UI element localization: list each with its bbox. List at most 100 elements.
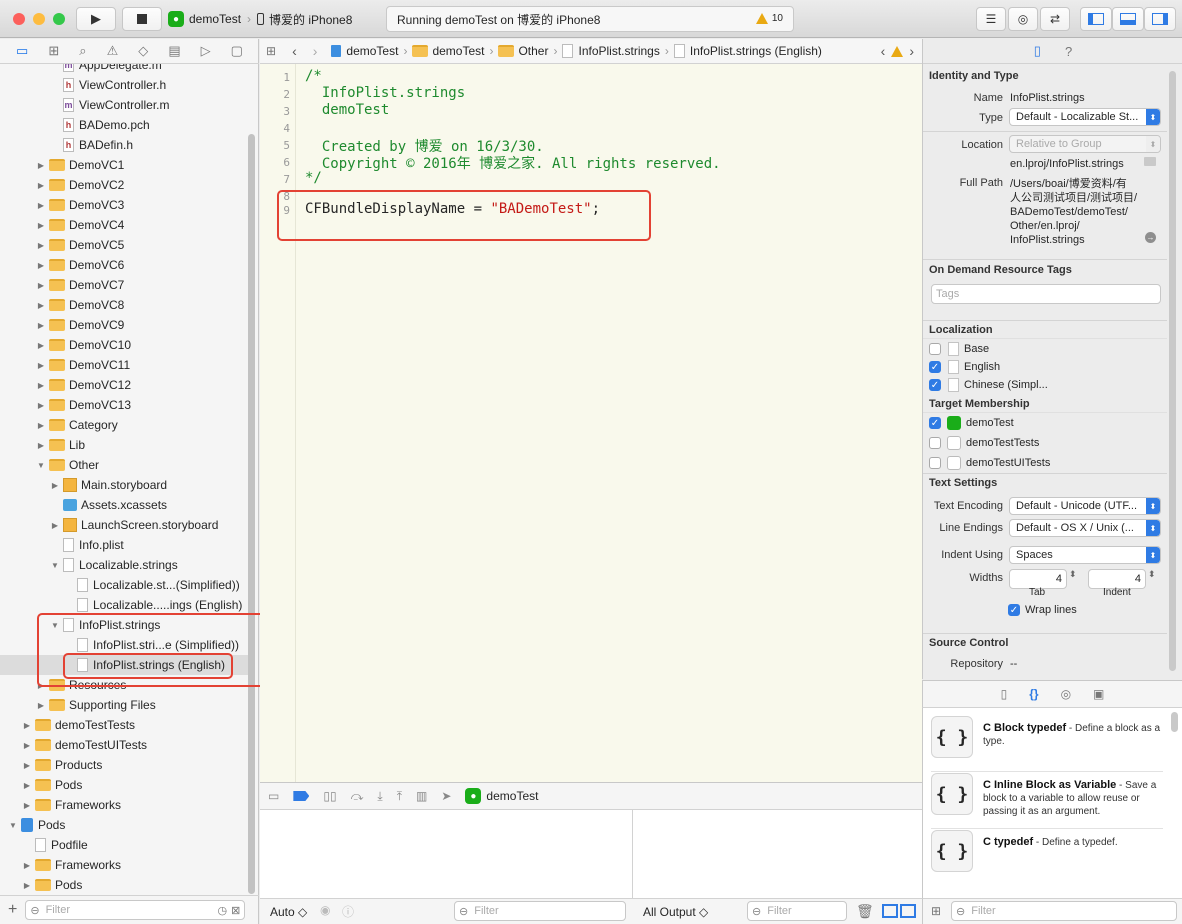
target-checkbox[interactable] <box>929 437 941 449</box>
console-output-select[interactable]: All Output ◇ <box>643 905 708 919</box>
tree-row[interactable]: ▶ DemoVC9 <box>0 315 248 335</box>
disclosure-icon[interactable]: ▶ <box>36 701 46 710</box>
variables-filter-input[interactable]: ⊖ Filter <box>454 901 626 921</box>
navigator-scrollbar[interactable] <box>248 134 255 894</box>
library-filter-input[interactable]: ⊖ Filter <box>951 901 1177 921</box>
tree-row[interactable]: ▶ Lib <box>0 435 248 455</box>
tree-row[interactable]: ▶ Products <box>0 755 248 775</box>
tree-row[interactable]: ▶ DemoVC7 <box>0 275 248 295</box>
tree-row[interactable]: Assets.xcassets <box>0 495 248 515</box>
code-snippet-icon[interactable]: {} <box>1029 687 1038 701</box>
warning-indicator[interactable]: 10 <box>755 13 783 25</box>
info-icon[interactable]: ⓘ <box>342 903 354 920</box>
file-inspector-icon[interactable]: ▯ <box>1034 43 1041 59</box>
issue-warning-icon[interactable] <box>891 44 907 58</box>
disclosure-icon[interactable]: ▶ <box>36 421 46 430</box>
tree-row[interactable]: Localizable.....ings (English) <box>0 595 248 615</box>
disclosure-icon[interactable]: ▶ <box>22 721 32 730</box>
disclosure-icon[interactable]: ▼ <box>36 461 46 470</box>
encoding-popup[interactable]: Default - Unicode (UTF... ⬍ <box>1009 497 1161 515</box>
tree-row[interactable]: ▼ Other <box>0 455 248 475</box>
console-filter-input[interactable]: ⊖ Filter <box>747 901 847 921</box>
target-checkbox[interactable]: ✓ <box>929 417 941 429</box>
crumb-project[interactable]: demoTest <box>331 44 398 58</box>
tree-row[interactable]: ▶ DemoVC1 <box>0 155 248 175</box>
tree-row[interactable]: ▶ DemoVC12 <box>0 375 248 395</box>
recent-files-icon[interactable]: ◷ <box>218 904 228 917</box>
related-items-icon[interactable]: ⊞ <box>266 44 276 58</box>
standard-editor-button[interactable]: ☰ <box>976 7 1006 31</box>
tree-row[interactable]: ▶ DemoVC6 <box>0 255 248 275</box>
disclosure-icon[interactable]: ▶ <box>22 881 32 890</box>
inspector-scrollbar[interactable] <box>1169 71 1176 671</box>
tree-row[interactable]: ▶ demoTestTests <box>0 715 248 735</box>
tags-input[interactable]: Tags <box>931 284 1161 304</box>
next-issue-icon[interactable]: › <box>909 43 914 59</box>
tree-row[interactable]: ▶ Pods <box>0 775 248 795</box>
debug-icon[interactable]: ▤ <box>168 43 180 59</box>
disclosure-icon[interactable]: ▶ <box>36 401 46 410</box>
tree-row[interactable]: ▶ LaunchScreen.storyboard <box>0 515 248 535</box>
tree-row[interactable]: ▶ demoTestUITests <box>0 735 248 755</box>
variables-scope-select[interactable]: Auto ◇ <box>270 905 307 919</box>
tree-row[interactable]: ▼ Localizable.strings <box>0 555 248 575</box>
eye-icon[interactable]: ◉ <box>320 903 330 917</box>
show-variables-icon[interactable] <box>882 904 898 918</box>
localization-checkbox[interactable] <box>929 343 941 355</box>
assistant-editor-button[interactable]: ◎ <box>1008 7 1038 31</box>
breakpoint-icon[interactable]: ▷ <box>201 43 211 59</box>
tree-row[interactable]: h BADemo.pch <box>0 115 248 135</box>
hide-debug-icon[interactable]: ▭ <box>268 789 279 803</box>
test-icon[interactable]: ◇ <box>138 43 148 59</box>
localization-checkbox[interactable]: ✓ <box>929 379 941 391</box>
zoom-window-button[interactable] <box>53 13 65 25</box>
crumb-group[interactable]: demoTest <box>412 44 484 58</box>
tree-row[interactable]: ▶ DemoVC13 <box>0 395 248 415</box>
toggle-navigator-button[interactable] <box>1080 7 1112 31</box>
name-value[interactable]: InfoPlist.strings <box>1010 92 1085 104</box>
disclosure-icon[interactable]: ▶ <box>36 381 46 390</box>
object-library-icon[interactable]: ◎ <box>1061 687 1071 701</box>
type-popup[interactable]: Default - Localizable St... ⬍ <box>1009 108 1161 126</box>
toggle-utilities-button[interactable] <box>1144 7 1176 31</box>
crumb-other[interactable]: Other <box>498 44 548 58</box>
tree-row[interactable]: Podfile <box>0 835 248 855</box>
disclosure-icon[interactable]: ▶ <box>36 301 46 310</box>
tree-row[interactable]: h BADefin.h <box>0 135 248 155</box>
back-icon[interactable]: ‹ <box>292 43 297 59</box>
disclosure-icon[interactable]: ▶ <box>22 801 32 810</box>
indent-using-popup[interactable]: Spaces ⬍ <box>1009 546 1161 564</box>
tree-row[interactable]: ▼ Pods <box>0 815 248 835</box>
tree-row[interactable]: ▶ Pods <box>0 875 248 895</box>
localization-checkbox[interactable]: ✓ <box>929 361 941 373</box>
file-template-icon[interactable]: ▯ <box>1001 687 1008 701</box>
disclosure-icon[interactable]: ▼ <box>8 821 18 830</box>
toggle-debug-area-button[interactable] <box>1112 7 1144 31</box>
tree-row[interactable]: ▶ Main.storyboard <box>0 475 248 495</box>
disclosure-icon[interactable]: ▶ <box>36 241 46 250</box>
breakpoints-toggle-icon[interactable] <box>293 791 310 801</box>
tree-row[interactable]: m AppDelegate.m <box>0 64 248 75</box>
forward-icon[interactable]: › <box>313 43 318 59</box>
navigator-filter-input[interactable]: ⊖ Filter ◷ ⊠ <box>25 900 246 920</box>
minimize-window-button[interactable] <box>33 13 45 25</box>
disclosure-icon[interactable]: ▶ <box>22 781 32 790</box>
tree-row[interactable]: ▶ Frameworks <box>0 855 248 875</box>
view-hierarchy-icon[interactable]: ▥ <box>416 789 427 803</box>
step-into-icon[interactable]: ⤓ <box>377 789 382 804</box>
disclosure-icon[interactable]: ▶ <box>36 361 46 370</box>
tree-row[interactable]: ▶ Supporting Files <box>0 695 248 715</box>
step-out-icon[interactable]: ⤒ <box>397 789 402 804</box>
tree-row[interactable]: ▶ DemoVC8 <box>0 295 248 315</box>
pause-icon[interactable]: ▯▯ <box>323 789 336 803</box>
disclosure-icon[interactable]: ▶ <box>22 761 32 770</box>
folder-icon[interactable] <box>1144 157 1156 166</box>
folder-icon[interactable]: ▭ <box>16 43 28 59</box>
tree-row[interactable]: h ViewController.h <box>0 75 248 95</box>
disclosure-icon[interactable]: ▶ <box>36 161 46 170</box>
issue-icon[interactable]: ⚠ <box>107 43 119 59</box>
tree-row[interactable]: ▶ Frameworks <box>0 795 248 815</box>
stop-button[interactable] <box>122 7 162 31</box>
disclosure-icon[interactable]: ▶ <box>22 741 32 750</box>
debug-process[interactable]: ● demoTest <box>465 788 538 804</box>
